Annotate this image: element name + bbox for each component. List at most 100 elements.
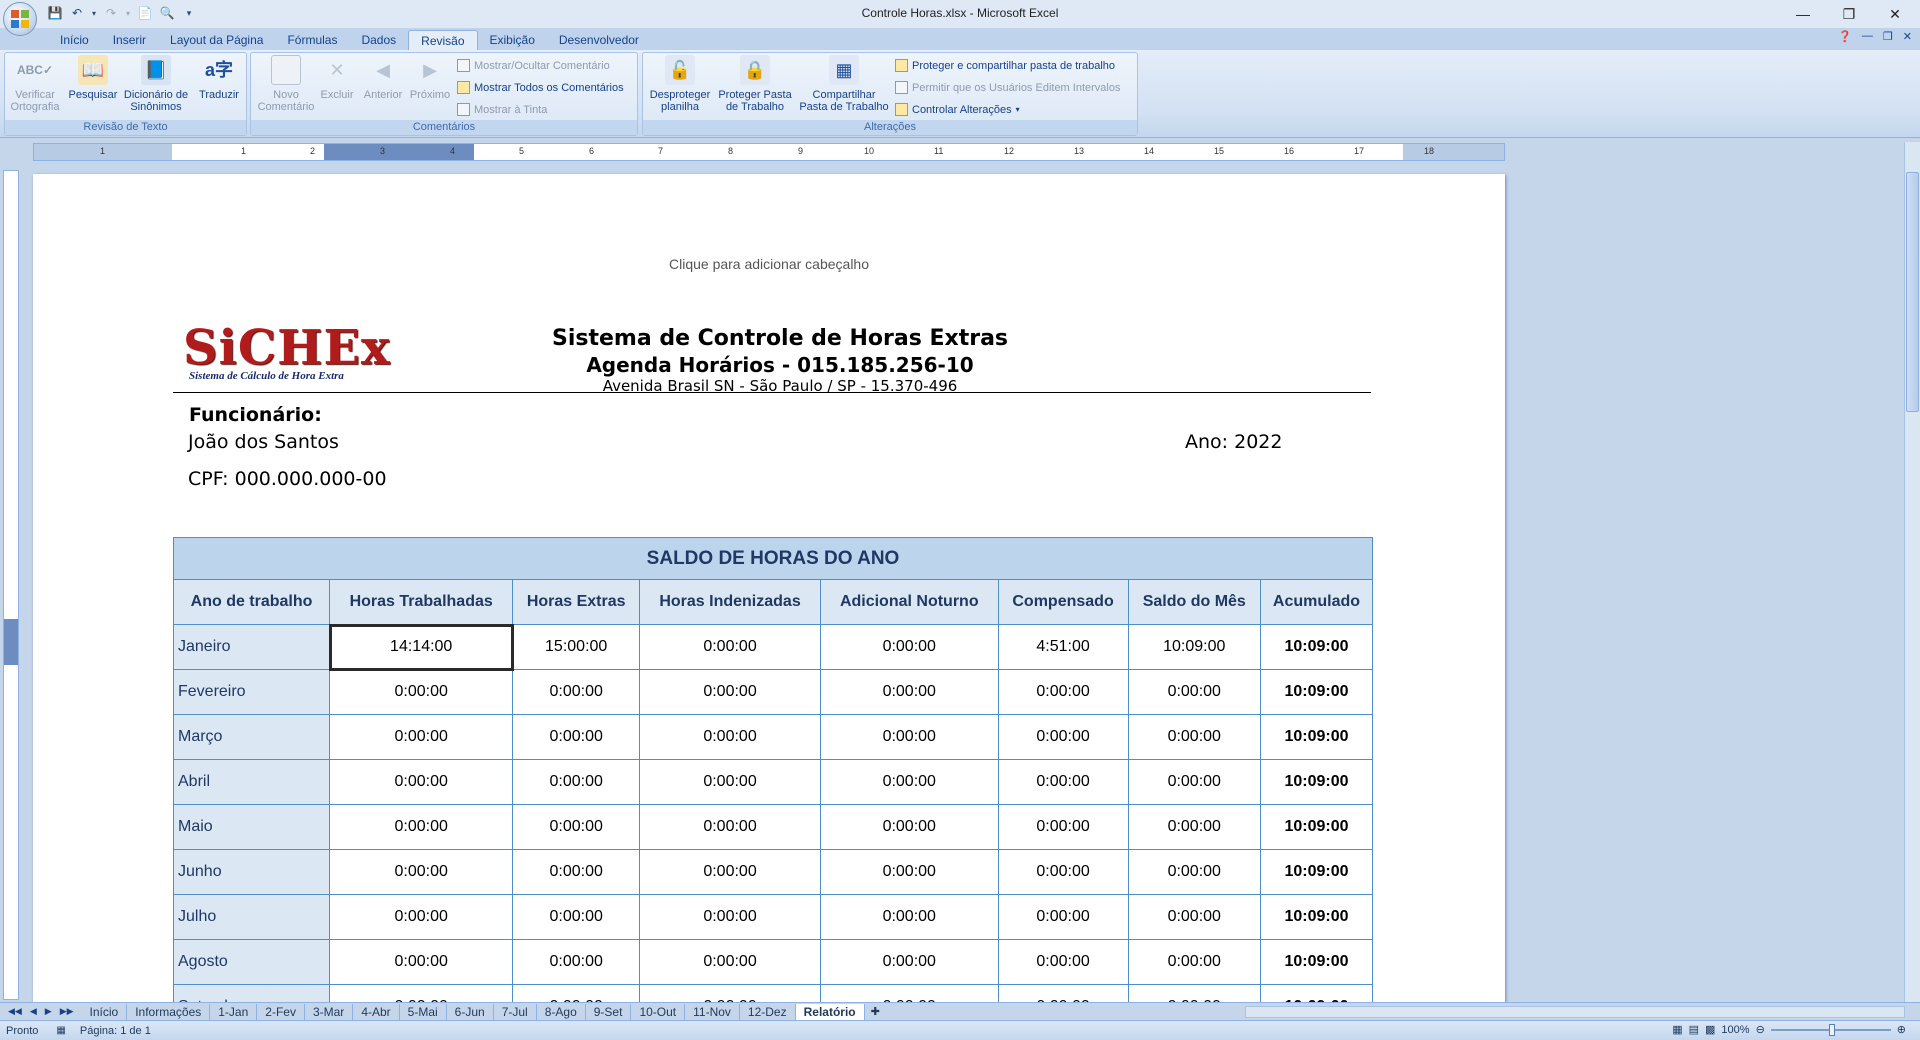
tab-revisao[interactable]: Revisão [408,30,478,50]
time-cell[interactable]: 0:00:00 [820,849,999,895]
compartilhar-pasta-button[interactable]: ▦ Compartilhar Pasta de Trabalho [797,55,891,113]
time-cell[interactable]: 0:00:00 [820,984,999,1002]
month-cell[interactable]: Abril [172,759,331,805]
time-cell[interactable]: 0:00:00 [997,714,1129,760]
time-cell[interactable]: 0:00:00 [1127,849,1261,895]
mostrar-todos-comentarios-button[interactable]: Mostrar Todos os Comentários [457,81,624,94]
time-cell[interactable]: 0:00:00 [1127,984,1261,1002]
column-header[interactable]: Adicional Noturno [820,579,999,625]
time-cell[interactable]: 0:00:00 [1127,939,1261,985]
column-header[interactable]: Acumulado [1259,579,1374,625]
permitir-editar-intervalos-button[interactable]: Permitir que os Usuários Editem Interval… [895,81,1120,94]
macro-record-icon[interactable]: ▦ [56,1025,65,1036]
traduzir-button[interactable]: a字 Traduzir [195,55,243,101]
time-cell[interactable]: 10:09:00 [1259,849,1374,895]
zoom-level[interactable]: 100% [1721,1024,1749,1036]
mostrar-ocultar-comentario-button[interactable]: Mostrar/Ocultar Comentário [457,59,610,72]
time-cell[interactable]: 10:09:00 [1259,984,1374,1002]
controlar-alteracoes-button[interactable]: Controlar Alterações ▾ [895,103,1020,116]
month-cell[interactable]: Janeiro [172,624,331,670]
time-cell[interactable]: 0:00:00 [997,849,1129,895]
zoom-in-icon[interactable]: ⊕ [1897,1023,1906,1036]
sheet-tab[interactable]: 5-Mai [400,1003,447,1020]
time-cell[interactable]: 0:00:00 [1127,894,1261,940]
time-cell[interactable]: 0:00:00 [639,624,822,670]
time-cell[interactable]: 0:00:00 [512,939,641,985]
time-cell[interactable]: 14:14:00 [328,623,514,671]
column-header[interactable]: Ano de trabalho [172,579,331,625]
time-cell[interactable]: 0:00:00 [997,669,1129,715]
time-cell[interactable]: 10:09:00 [1259,804,1374,850]
time-cell[interactable]: 0:00:00 [820,669,999,715]
time-cell[interactable]: 10:09:00 [1259,759,1374,805]
insert-sheet-icon[interactable]: ✚ [871,1005,880,1018]
desproteger-planilha-button[interactable]: 🔓 Desproteger planilha [647,55,713,113]
month-cell[interactable]: Fevereiro [172,669,331,715]
time-cell[interactable]: 0:00:00 [1127,804,1261,850]
time-cell[interactable]: 0:00:00 [639,669,822,715]
time-cell[interactable]: 0:00:00 [997,759,1129,805]
time-cell[interactable]: 0:00:00 [329,849,514,895]
last-sheet-icon[interactable]: ▶▶ [60,1006,74,1017]
time-cell[interactable]: 0:00:00 [639,984,822,1002]
page-layout-view-icon[interactable]: ▤ [1689,1023,1699,1036]
time-cell[interactable]: 0:00:00 [639,714,822,760]
dicionario-sinonimos-button[interactable]: 📘 Dicionário de Sinônimos [121,55,191,113]
tab-inicio[interactable]: Início [48,30,101,50]
time-cell[interactable]: 0:00:00 [512,714,641,760]
time-cell[interactable]: 0:00:00 [820,939,999,985]
time-cell[interactable]: 0:00:00 [512,984,641,1002]
workbook-minimize-icon[interactable]: — [1862,30,1873,43]
month-cell[interactable]: Setembro [172,984,331,1002]
sheet-tab[interactable]: 9-Set [586,1003,632,1020]
tab-exibicao[interactable]: Exibição [478,30,547,50]
tab-dados[interactable]: Dados [349,30,408,50]
time-cell[interactable]: 0:00:00 [997,984,1129,1002]
vertical-scrollbar[interactable] [1904,142,1920,1002]
minimize-icon[interactable]: — [1780,0,1826,28]
excluir-comentario-button[interactable]: ✕ Excluir [317,55,357,101]
next-sheet-icon[interactable]: ▶ [45,1006,52,1017]
column-header[interactable]: Compensado [997,579,1129,625]
sheet-tab[interactable]: 1-Jan [210,1003,258,1020]
restore-icon[interactable]: ❐ [1826,0,1872,28]
time-cell[interactable]: 0:00:00 [639,939,822,985]
time-cell[interactable]: 0:00:00 [329,939,514,985]
time-cell[interactable]: 0:00:00 [639,894,822,940]
mostrar-tinta-button[interactable]: Mostrar à Tinta [457,103,547,116]
office-button[interactable] [3,2,37,36]
time-cell[interactable]: 0:00:00 [820,624,999,670]
horizontal-scrollbar[interactable] [1245,1006,1905,1018]
time-cell[interactable]: 0:00:00 [329,984,514,1002]
time-cell[interactable]: 0:00:00 [329,894,514,940]
time-cell[interactable]: 0:00:00 [329,804,514,850]
month-cell[interactable]: Março [172,714,331,760]
column-header[interactable]: Horas Indenizadas [639,579,822,625]
time-cell[interactable]: 0:00:00 [1127,714,1261,760]
sheet-tab[interactable]: Informações [127,1003,211,1020]
time-cell[interactable]: 4:51:00 [997,624,1129,670]
sheet-tab[interactable]: 2-Fev [257,1003,305,1020]
table-caption[interactable]: SALDO DE HORAS DO ANO [173,537,1373,580]
vertical-scroll-thumb[interactable] [1906,172,1919,412]
time-cell[interactable]: 10:09:00 [1259,714,1374,760]
time-cell[interactable]: 0:00:00 [997,939,1129,985]
time-cell[interactable]: 10:09:00 [1259,894,1374,940]
time-cell[interactable]: 0:00:00 [512,894,641,940]
sheet-tab[interactable]: 8-Ago [537,1003,586,1020]
first-sheet-icon[interactable]: ◀◀ [8,1006,22,1017]
time-cell[interactable]: 0:00:00 [639,804,822,850]
sheet-tab[interactable]: 6-Jun [447,1003,494,1020]
time-cell[interactable]: 10:09:00 [1127,624,1261,670]
previous-sheet-icon[interactable]: ◀ [30,1006,37,1017]
sheet-tab[interactable]: Relatório [795,1003,865,1020]
time-cell[interactable]: 10:09:00 [1259,624,1374,670]
column-header[interactable]: Horas Extras [512,579,641,625]
time-cell[interactable]: 15:00:00 [512,624,641,670]
time-cell[interactable]: 0:00:00 [329,669,514,715]
close-icon[interactable]: ✕ [1872,0,1918,28]
workbook-close-icon[interactable]: ✕ [1903,30,1912,43]
zoom-out-icon[interactable]: ⊖ [1756,1023,1765,1036]
sheet-tab[interactable]: Início [82,1003,128,1020]
time-cell[interactable]: 0:00:00 [820,804,999,850]
